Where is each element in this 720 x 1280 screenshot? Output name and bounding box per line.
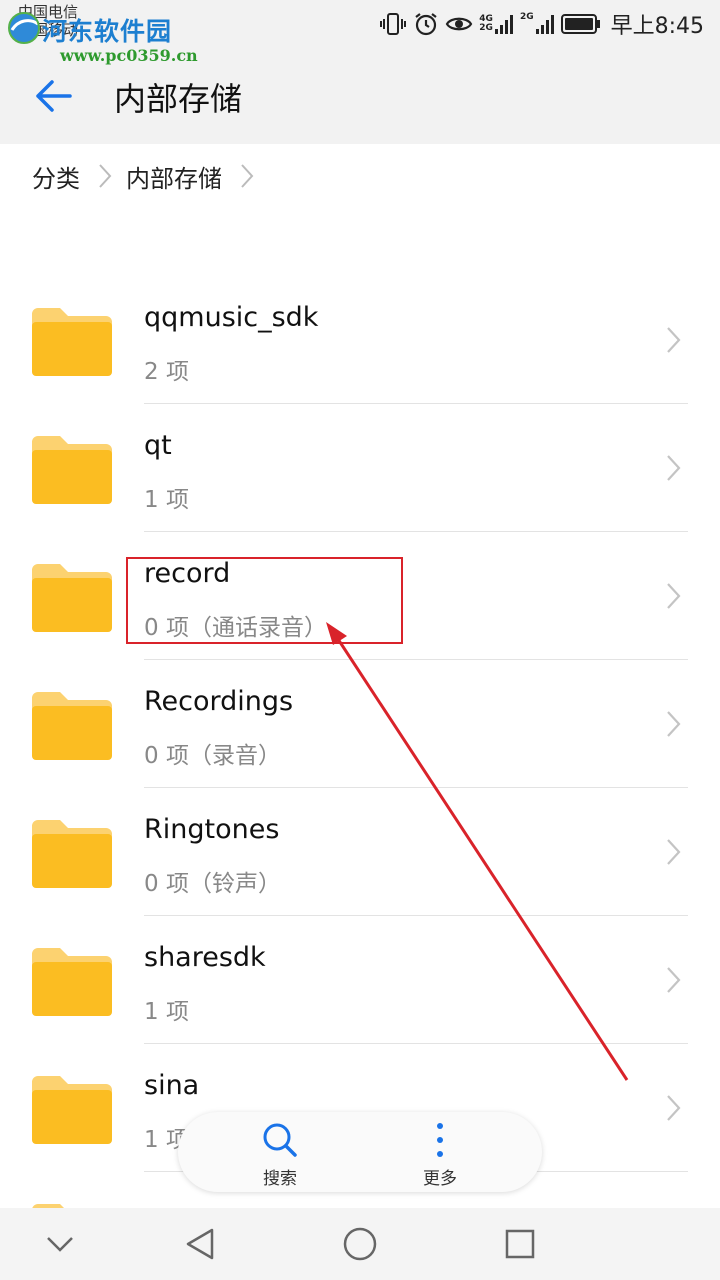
watermark bbox=[6, 10, 42, 50]
list-item-name: sharesdk bbox=[144, 942, 266, 973]
circle-home-icon bbox=[343, 1227, 377, 1261]
chevron-right-icon bbox=[98, 163, 112, 189]
more-vertical-icon bbox=[437, 1123, 443, 1157]
list-item[interactable]: Recordings 0 项（录音） bbox=[0, 660, 720, 788]
search-button-label: 搜索 bbox=[263, 1169, 297, 1189]
battery-icon bbox=[560, 13, 601, 35]
folder-icon bbox=[32, 692, 112, 760]
chevron-down-icon bbox=[47, 1237, 73, 1252]
chevron-right-icon bbox=[667, 455, 681, 481]
list-item[interactable]: qqmusic_sdk 2 项 bbox=[0, 276, 720, 404]
folder-icon bbox=[32, 308, 112, 376]
list-item[interactable]: qt 1 项 bbox=[0, 404, 720, 532]
list-item-meta: 0 项（铃声） bbox=[144, 871, 281, 897]
chevron-right-icon bbox=[667, 711, 681, 737]
more-button-label: 更多 bbox=[423, 1169, 457, 1189]
status-icons: 4G 2G 2G 早上8:45 bbox=[379, 8, 704, 40]
more-button[interactable]: 更多 bbox=[390, 1118, 490, 1189]
bottom-action-bar: 搜索 更多 bbox=[178, 1112, 542, 1192]
back-button[interactable] bbox=[30, 76, 80, 116]
eye-comfort-icon bbox=[445, 13, 473, 35]
alarm-icon bbox=[413, 11, 439, 37]
triangle-back-icon bbox=[186, 1228, 214, 1260]
annotation-highlight-box bbox=[126, 557, 403, 644]
system-nav-bar bbox=[0, 1208, 720, 1280]
clock: 早上8:45 bbox=[610, 14, 704, 39]
search-button[interactable]: 搜索 bbox=[230, 1118, 330, 1189]
folder-icon bbox=[32, 436, 112, 504]
file-list[interactable]: 32 项（QQ音乐）qqmusic_sdk2 项qt1 项record0 项（通… bbox=[0, 144, 720, 1208]
list-item-name: Recordings bbox=[144, 686, 294, 717]
network-type-label-3: 2G bbox=[519, 12, 534, 22]
list-item[interactable]: Ringtones 0 项（铃声） bbox=[0, 788, 720, 916]
signal-icon-2: 2G bbox=[520, 13, 555, 35]
watermark-url: www.pc0359.cn bbox=[60, 46, 198, 65]
list-item-meta: 2 项 bbox=[144, 359, 189, 385]
search-icon bbox=[263, 1123, 297, 1157]
breadcrumb: 分类 内部存储 bbox=[0, 144, 720, 208]
chevron-right-icon bbox=[240, 163, 254, 189]
list-item-name: qqmusic_sdk bbox=[144, 302, 319, 333]
watermark-title: 河东软件园 bbox=[42, 17, 173, 46]
list-item-meta: 0 项（录音） bbox=[144, 743, 281, 769]
list-item-name: sina bbox=[144, 1070, 200, 1101]
nav-back-button[interactable] bbox=[180, 1224, 220, 1264]
folder-icon bbox=[32, 564, 112, 632]
list-item-meta: 1 项 bbox=[144, 999, 189, 1025]
breadcrumb-item-category[interactable]: 分类 bbox=[32, 159, 80, 194]
folder-icon bbox=[32, 1076, 112, 1144]
nav-hide-button[interactable] bbox=[40, 1224, 80, 1264]
list-item-name: Ringtones bbox=[144, 814, 280, 845]
nav-home-button[interactable] bbox=[340, 1224, 380, 1264]
square-recents-icon bbox=[505, 1229, 535, 1259]
folder-icon bbox=[32, 820, 112, 888]
page-title: 内部存储 bbox=[114, 80, 243, 118]
chevron-right-icon bbox=[667, 839, 681, 865]
chevron-right-icon bbox=[667, 583, 681, 609]
nav-recent-button[interactable] bbox=[500, 1224, 540, 1264]
signal-icon-1: 4G 2G bbox=[479, 13, 514, 35]
arrow-left-icon bbox=[36, 80, 72, 112]
list-item-name: qt bbox=[144, 430, 172, 461]
chevron-right-icon bbox=[667, 327, 681, 353]
watermark-logo-icon bbox=[8, 12, 40, 44]
chevron-right-icon bbox=[667, 967, 681, 993]
list-item[interactable]: sharesdk 1 项 bbox=[0, 916, 720, 1044]
list-item-meta: 1 项 bbox=[144, 487, 189, 513]
vibrate-icon bbox=[379, 12, 407, 36]
network-type-label-2: 2G bbox=[479, 23, 493, 33]
breadcrumb-item-internal-storage[interactable]: 内部存储 bbox=[126, 159, 222, 194]
folder-icon bbox=[32, 948, 112, 1016]
chevron-right-icon bbox=[667, 1095, 681, 1121]
